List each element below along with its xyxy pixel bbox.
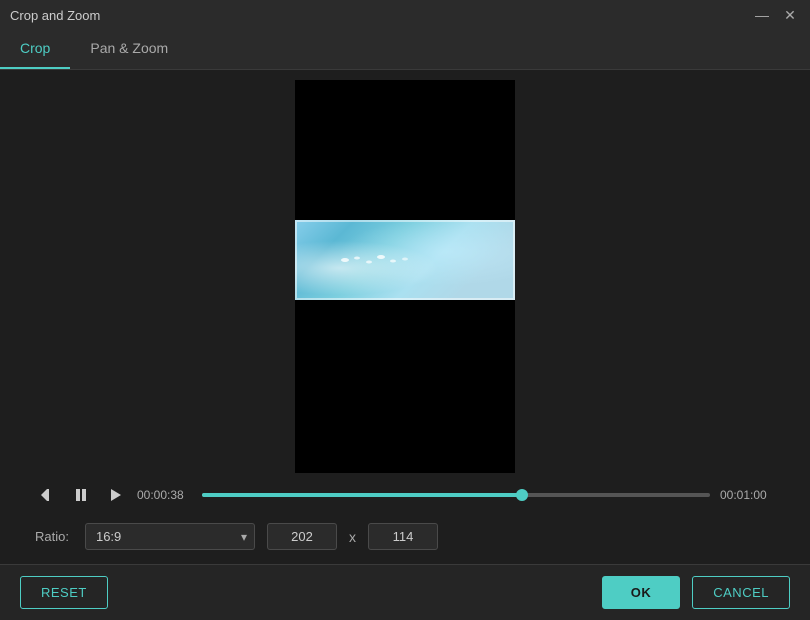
tab-crop[interactable]: Crop bbox=[0, 29, 70, 69]
footer-actions: OK CANCEL bbox=[602, 576, 790, 609]
time-current: 00:00:38 bbox=[137, 488, 192, 502]
video-black-bottom bbox=[295, 300, 515, 473]
video-frame bbox=[295, 220, 515, 300]
progress-fill bbox=[202, 493, 522, 497]
video-preview bbox=[295, 80, 515, 473]
titlebar: Crop and Zoom — ✕ bbox=[0, 0, 810, 30]
time-total: 00:01:00 bbox=[720, 488, 775, 502]
dimension-separator: x bbox=[349, 529, 356, 545]
window-controls: — ✕ bbox=[752, 5, 800, 25]
cancel-button[interactable]: CANCEL bbox=[692, 576, 790, 609]
ratio-select[interactable]: 16:9 4:3 1:1 9:16 Custom bbox=[85, 523, 255, 550]
footer: RESET OK CANCEL bbox=[0, 564, 810, 620]
progress-thumb[interactable] bbox=[516, 489, 528, 501]
reset-button[interactable]: RESET bbox=[20, 576, 108, 609]
ok-button[interactable]: OK bbox=[602, 576, 681, 609]
minimize-button[interactable]: — bbox=[752, 5, 772, 25]
video-black-top bbox=[295, 80, 515, 220]
tab-bar: Crop Pan & Zoom bbox=[0, 30, 810, 70]
pause-button[interactable] bbox=[69, 483, 93, 507]
play-button[interactable] bbox=[103, 483, 127, 507]
rewind-button[interactable] bbox=[35, 483, 59, 507]
window-title: Crop and Zoom bbox=[10, 8, 100, 23]
ratio-label: Ratio: bbox=[35, 529, 69, 544]
height-input[interactable] bbox=[368, 523, 438, 550]
main-content: 00:00:38 00:01:00 Ratio: 16:9 4:3 1:1 9:… bbox=[0, 70, 810, 564]
ratio-select-wrapper: 16:9 4:3 1:1 9:16 Custom bbox=[85, 523, 255, 550]
crop-settings: Ratio: 16:9 4:3 1:1 9:16 Custom x bbox=[15, 517, 795, 556]
width-input[interactable] bbox=[267, 523, 337, 550]
playback-controls: 00:00:38 00:01:00 bbox=[15, 473, 795, 517]
tab-pan-zoom[interactable]: Pan & Zoom bbox=[70, 29, 188, 69]
close-button[interactable]: ✕ bbox=[780, 5, 800, 25]
progress-track[interactable] bbox=[202, 493, 710, 497]
